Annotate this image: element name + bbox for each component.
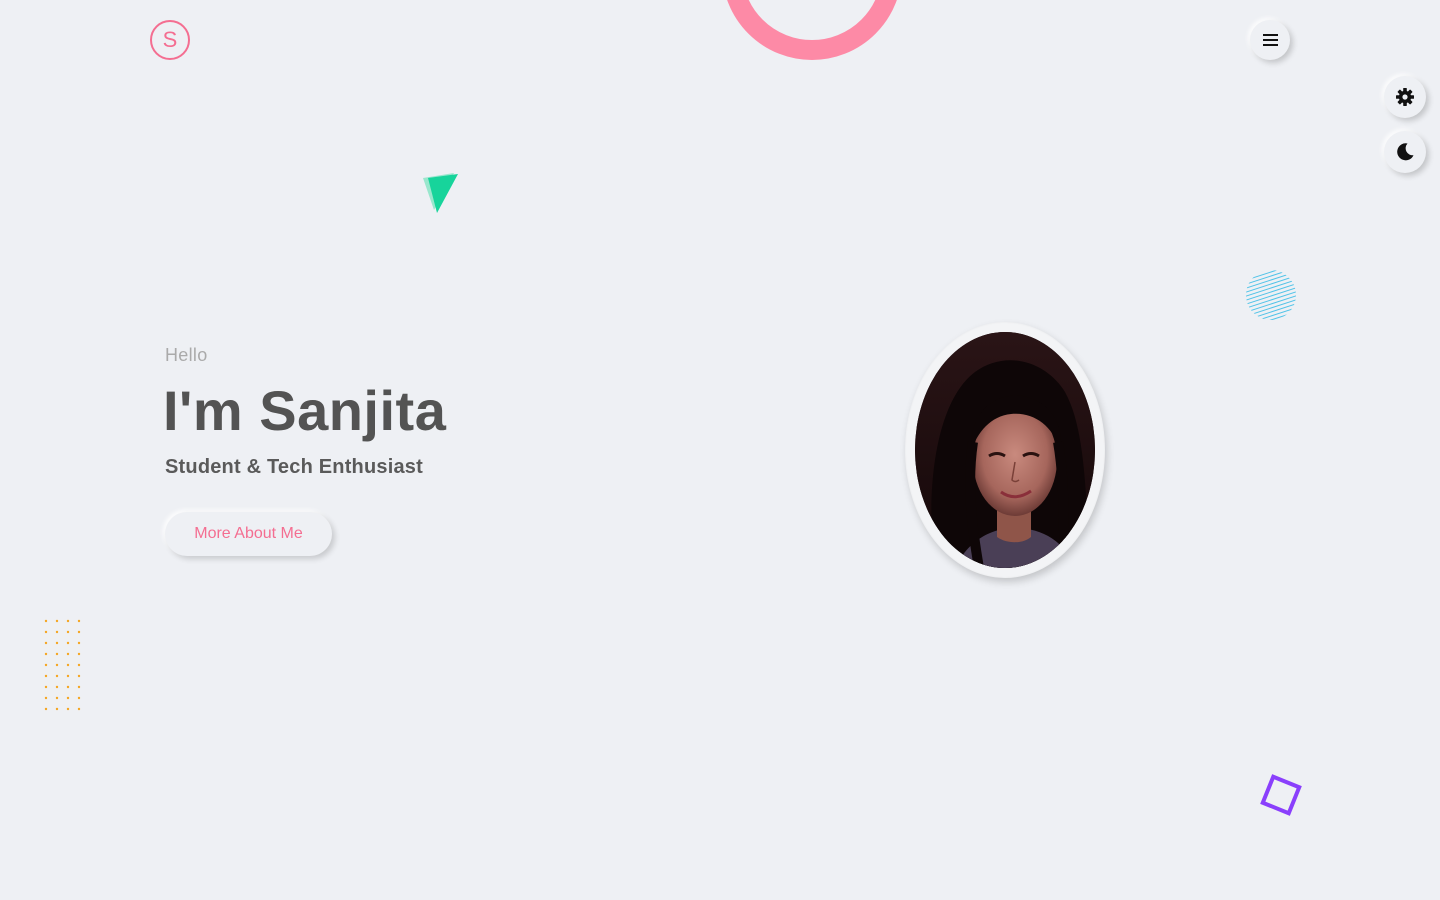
page-title: I'm Sanjita [163,379,447,442]
logo[interactable]: S [150,20,190,60]
decorative-ring [722,0,902,60]
moon-icon [1397,143,1414,161]
page: S Hello I'm Sanjita Student & Tech Enthu… [0,0,1440,900]
hamburger-icon-line [1263,39,1278,41]
gear-icon [1396,88,1414,106]
settings-button[interactable] [1384,76,1426,118]
menu-button[interactable] [1250,20,1290,60]
triangle-decoration [423,173,458,213]
greeting-text: Hello [165,345,208,365]
hamburger-icon-line [1263,44,1278,46]
striped-circle-decoration [1246,270,1296,320]
tagline: Student & Tech Enthusiast [165,456,423,478]
hamburger-icon [1263,34,1278,36]
more-about-me-button[interactable]: More About Me [165,512,332,556]
theme-toggle-button[interactable] [1384,131,1426,173]
avatar-frame [905,322,1105,578]
avatar [915,332,1095,568]
dot-grid-decoration [44,619,81,711]
square-decoration [1260,774,1302,816]
portrait-image [915,332,1095,568]
